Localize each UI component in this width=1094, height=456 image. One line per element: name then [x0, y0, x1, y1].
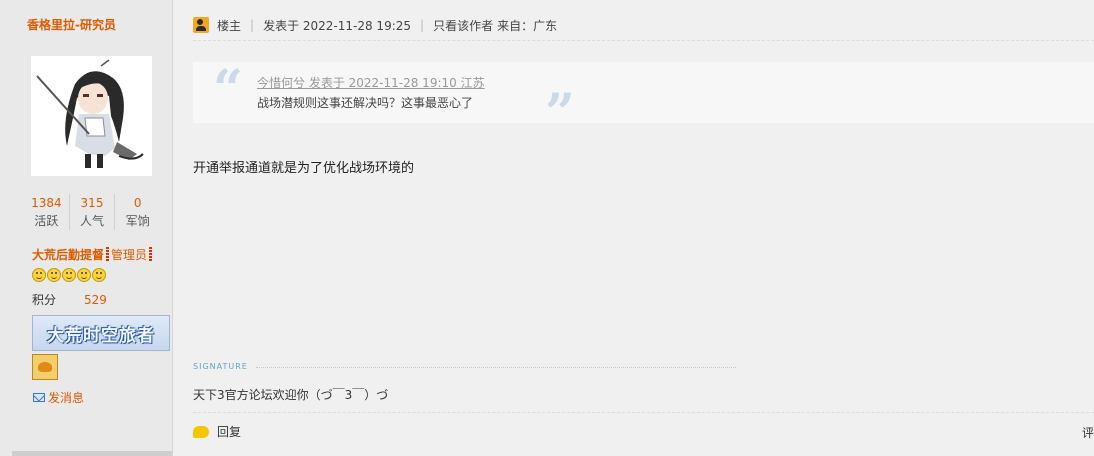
user-points: 积分 529	[32, 291, 107, 308]
points-label: 积分	[32, 293, 57, 307]
role-label: 管理员	[111, 248, 148, 262]
close-quote-icon: ”	[545, 83, 575, 144]
stat-activity-value: 1384	[31, 196, 62, 210]
smiley-icon	[77, 268, 91, 282]
stat-popularity-label: 人气	[80, 214, 105, 228]
post-time: 发表于 2022-11-28 19:25	[263, 18, 412, 33]
header-divider: |	[250, 18, 255, 32]
post-content: 开通举报通道就是为了优化战场环境的	[193, 161, 415, 176]
stat-activity-label: 活跃	[34, 214, 59, 228]
header-divider-line	[193, 40, 1094, 41]
reply-button[interactable]: 回复	[193, 423, 241, 440]
quote-block: “ 今惜何兮 发表于 2022-11-28 19:10 江苏 战场潜规则这事还解…	[193, 59, 1094, 140]
send-message-label: 发消息	[48, 391, 85, 405]
points-value: 529	[84, 293, 107, 307]
rank-separator-end	[149, 247, 153, 261]
smiley-icon	[62, 268, 76, 282]
stat-activity[interactable]: 1384 活跃	[24, 194, 70, 230]
sidebar-bottom-bar	[12, 451, 172, 456]
medal-badge[interactable]: 大荒时空旅者	[32, 315, 170, 351]
author-name[interactable]: 香格里拉-研究员	[27, 16, 116, 33]
stat-popularity[interactable]: 315 人气	[70, 194, 116, 230]
quote-text: 战场潜规则这事还解决吗？这事最恶心了	[257, 96, 474, 110]
open-quote-icon: “	[213, 59, 243, 120]
rank-title: 大荒后勤提督	[32, 248, 105, 262]
only-author-link[interactable]: 只看该作者	[433, 17, 493, 34]
stat-pay[interactable]: 0 军饷	[115, 194, 160, 230]
smiley-icon	[32, 268, 46, 282]
user-rank: 大荒后勤提督 管理员	[32, 246, 154, 263]
rate-link[interactable]: 评	[1082, 424, 1094, 441]
send-message-link[interactable]: 发消息	[33, 389, 84, 406]
post-location: 来自：广东	[497, 18, 558, 33]
header-divider: |	[420, 18, 425, 32]
avatar[interactable]	[31, 56, 152, 176]
rank-separator	[106, 247, 110, 261]
quote-author-link[interactable]: 今惜何兮 发表于 2022-11-28 19:10 江苏	[257, 74, 485, 91]
stat-pay-label: 军饷	[125, 214, 150, 228]
reply-label: 回复	[217, 425, 242, 439]
stat-pay-value: 0	[133, 196, 142, 210]
medal-icon[interactable]	[32, 354, 58, 380]
user-stats: 1384 活跃 315 人气 0 军饷	[24, 194, 160, 230]
stat-popularity-value: 315	[80, 196, 104, 210]
medal-text: 大荒时空旅者	[47, 325, 155, 346]
signature-label: SIGNATURE	[193, 362, 248, 371]
floor-label: 楼主	[217, 18, 242, 33]
signature-divider	[256, 367, 736, 368]
smiley-icon	[47, 268, 61, 282]
signature-text: 天下3官方论坛欢迎你（づ￣3￣）づ	[193, 388, 389, 402]
smiley-icon	[92, 268, 106, 282]
footer-divider	[193, 412, 1094, 413]
avatar-illustration	[31, 56, 152, 176]
rank-stars	[32, 268, 106, 282]
reply-bubble-icon	[193, 425, 209, 438]
post-header: 楼主 | 发表于 2022-11-28 19:25 | 只看该作者 来自：广东	[193, 14, 557, 36]
mail-icon	[33, 393, 45, 402]
thread-starter-icon	[193, 17, 209, 33]
